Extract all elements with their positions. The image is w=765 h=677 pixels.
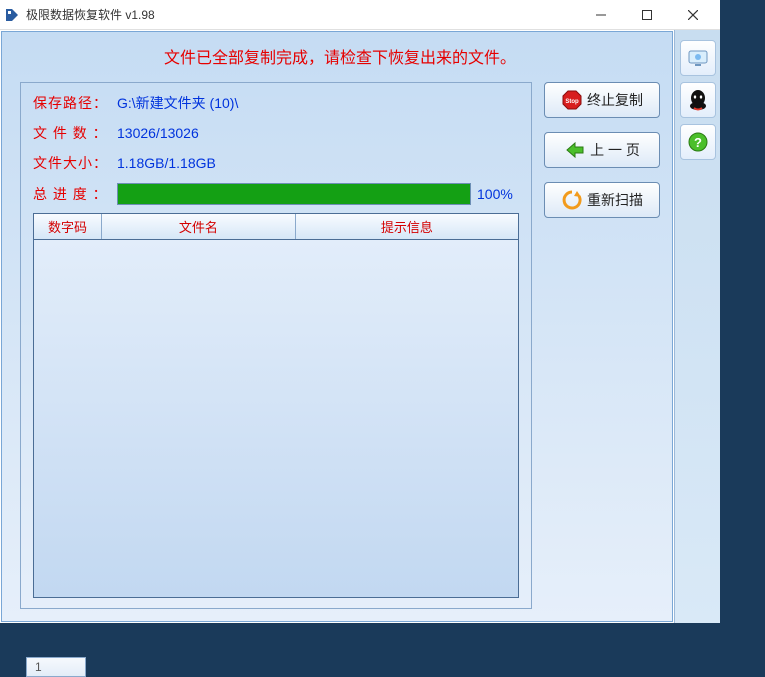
col-header-code[interactable]: 数字码 <box>34 214 102 239</box>
stop-icon: Stop <box>561 89 583 111</box>
footer-tab-label: 1 <box>35 660 42 674</box>
progress-bar <box>117 183 471 205</box>
maximize-button[interactable] <box>624 0 670 30</box>
progress-label: 总 进 度 ： <box>33 184 117 204</box>
svg-text:?: ? <box>694 135 702 150</box>
titlebar: 极限数据恢复软件 v1.98 <box>0 0 720 30</box>
stop-copy-button[interactable]: Stop 终止复制 <box>544 82 660 118</box>
save-path-row: 保存路径： G:\新建文件夹 (10)\ <box>33 93 519 113</box>
main-panel: 文件已全部复制完成，请检查下恢复出来的文件。 保存路径： G:\新建文件夹 (1… <box>1 31 673 622</box>
close-button[interactable] <box>670 0 716 30</box>
prev-page-label: 上 一 页 <box>590 140 640 160</box>
button-column: Stop 终止复制 上 一 页 重新扫描 <box>544 82 660 609</box>
sidebar-item-monitor[interactable] <box>680 40 716 76</box>
rescan-button[interactable]: 重新扫描 <box>544 182 660 218</box>
table-body[interactable] <box>34 240 518 597</box>
refresh-icon <box>561 189 583 211</box>
content-row: 保存路径： G:\新建文件夹 (10)\ 文 件 数 ： 13026/13026… <box>20 82 660 609</box>
footer-tab[interactable]: 1 <box>26 657 86 677</box>
body: 文件已全部复制完成，请检查下恢复出来的文件。 保存路径： G:\新建文件夹 (1… <box>0 30 720 623</box>
progress-percent: 100% <box>477 186 519 202</box>
file-count-value: 13026/13026 <box>117 125 199 141</box>
col-header-hint[interactable]: 提示信息 <box>296 214 518 239</box>
arrow-left-icon <box>564 139 586 161</box>
result-table: 数字码 文件名 提示信息 <box>33 213 519 598</box>
file-count-label: 文 件 数 ： <box>33 123 117 143</box>
app-icon <box>4 7 20 23</box>
sidebar-item-help[interactable]: ? <box>680 124 716 160</box>
save-path-label: 保存路径： <box>33 93 117 113</box>
progress-row: 总 进 度 ： 100% <box>33 183 519 205</box>
info-panel: 保存路径： G:\新建文件夹 (10)\ 文 件 数 ： 13026/13026… <box>20 82 532 609</box>
minimize-button[interactable] <box>578 0 624 30</box>
file-size-row: 文件大小： 1.18GB/1.18GB <box>33 153 519 173</box>
sidebar-item-qq[interactable] <box>680 82 716 118</box>
stop-copy-label: 终止复制 <box>587 90 643 110</box>
table-header: 数字码 文件名 提示信息 <box>34 214 518 240</box>
col-header-filename[interactable]: 文件名 <box>102 214 296 239</box>
file-size-value: 1.18GB/1.18GB <box>117 155 216 171</box>
prev-page-button[interactable]: 上 一 页 <box>544 132 660 168</box>
progress-bar-fill <box>118 184 470 204</box>
rescan-label: 重新扫描 <box>587 190 643 210</box>
right-sidebar: ? <box>674 30 720 623</box>
svg-text:Stop: Stop <box>565 99 579 105</box>
window-title: 极限数据恢复软件 v1.98 <box>26 6 155 23</box>
file-size-label: 文件大小： <box>33 153 117 173</box>
app-window: 极限数据恢复软件 v1.98 文件已全部复制完成，请检查下恢复出来的文件。 保存… <box>0 0 720 623</box>
status-message: 文件已全部复制完成，请检查下恢复出来的文件。 <box>20 44 660 68</box>
file-count-row: 文 件 数 ： 13026/13026 <box>33 123 519 143</box>
save-path-value: G:\新建文件夹 (10)\ <box>117 93 238 113</box>
